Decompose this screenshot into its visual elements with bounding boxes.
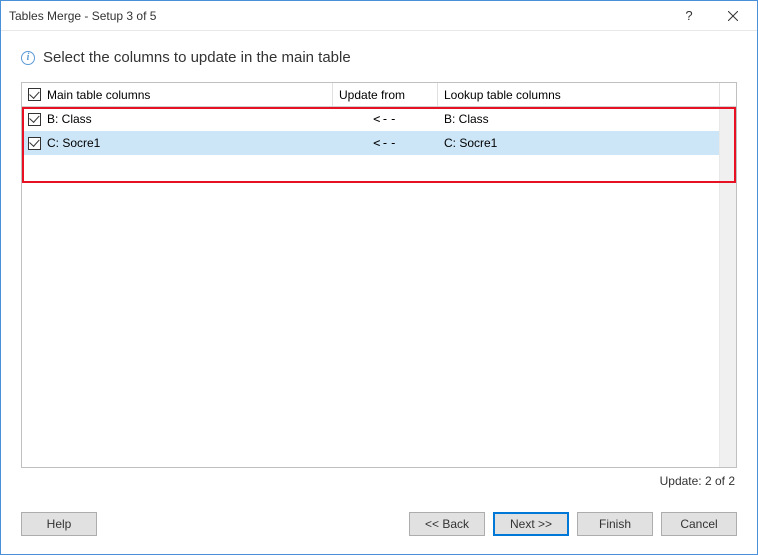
question-icon: ? xyxy=(685,8,692,23)
info-icon: i xyxy=(21,51,35,65)
close-icon xyxy=(728,11,738,21)
row-main-label: B: Class xyxy=(47,112,92,126)
dialog-content: i Select the columns to update in the ma… xyxy=(1,31,757,506)
header-lookup-label: Lookup table columns xyxy=(444,88,561,102)
titlebar: Tables Merge - Setup 3 of 5 ? xyxy=(1,1,757,31)
header-main-label: Main table columns xyxy=(47,88,150,102)
row-lookup-label: C: Socre1 xyxy=(444,136,497,150)
next-button[interactable]: Next >> xyxy=(493,512,569,536)
header-update-from[interactable]: Update from xyxy=(333,83,438,106)
table-header: Main table columns Update from Lookup ta… xyxy=(22,83,736,107)
table-row[interactable]: B: Class <-- B: Class xyxy=(22,107,719,131)
instruction-row: i Select the columns to update in the ma… xyxy=(21,49,737,66)
header-lookup-columns[interactable]: Lookup table columns xyxy=(438,83,719,106)
row-checkbox[interactable] xyxy=(28,137,41,150)
header-update-label: Update from xyxy=(339,88,405,102)
help-titlebar-button[interactable]: ? xyxy=(667,2,711,30)
select-all-checkbox[interactable] xyxy=(28,88,41,101)
cancel-button[interactable]: Cancel xyxy=(661,512,737,536)
scrollbar-header-spacer xyxy=(719,83,736,106)
instruction-text: Select the columns to update in the main… xyxy=(43,49,351,66)
update-arrow-icon: <-- xyxy=(373,112,398,126)
table-row[interactable]: C: Socre1 <-- C: Socre1 xyxy=(22,131,719,155)
window-title: Tables Merge - Setup 3 of 5 xyxy=(9,9,667,23)
status-text: Update: 2 of 2 xyxy=(21,468,737,498)
row-lookup-label: B: Class xyxy=(444,112,489,126)
row-checkbox[interactable] xyxy=(28,113,41,126)
columns-table: Main table columns Update from Lookup ta… xyxy=(21,82,737,468)
table-body: B: Class <-- B: Class C: Socre1 xyxy=(22,107,736,467)
update-arrow-icon: <-- xyxy=(373,136,398,150)
help-button[interactable]: Help xyxy=(21,512,97,536)
finish-button[interactable]: Finish xyxy=(577,512,653,536)
header-main-columns[interactable]: Main table columns xyxy=(22,83,333,106)
dialog-window: Tables Merge - Setup 3 of 5 ? i Select t… xyxy=(0,0,758,555)
back-button[interactable]: << Back xyxy=(409,512,485,536)
button-row: Help << Back Next >> Finish Cancel xyxy=(1,506,757,554)
row-main-label: C: Socre1 xyxy=(47,136,100,150)
close-titlebar-button[interactable] xyxy=(711,2,755,30)
vertical-scrollbar[interactable] xyxy=(719,107,736,467)
table-rows-area: B: Class <-- B: Class C: Socre1 xyxy=(22,107,719,467)
button-spacer xyxy=(105,512,401,536)
